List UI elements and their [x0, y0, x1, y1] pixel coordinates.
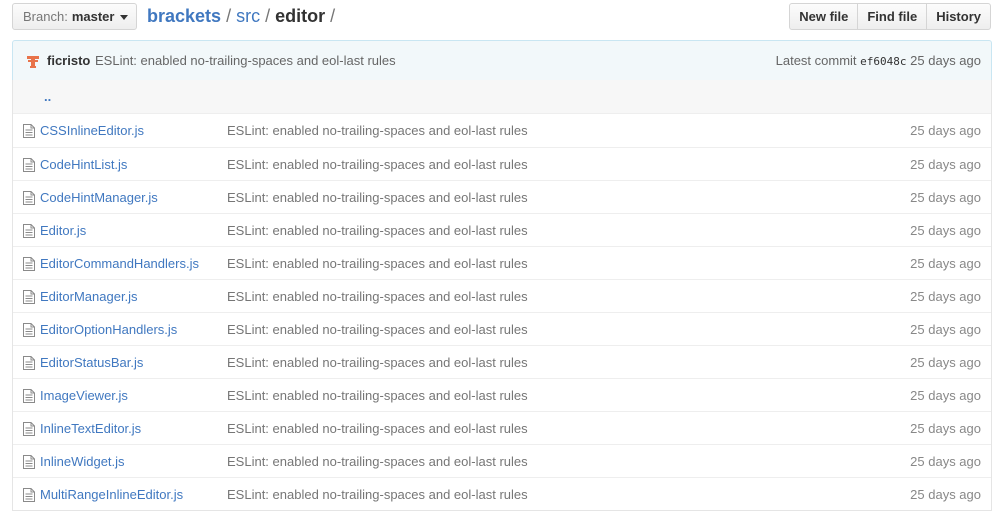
file-name-link[interactable]: CSSInlineEditor.js: [40, 123, 144, 139]
file-name-link[interactable]: Editor.js: [40, 223, 86, 239]
file-name-link[interactable]: CodeHintList.js: [40, 157, 127, 173]
file-text-icon: [23, 290, 35, 304]
up-directory-link[interactable]: ..: [44, 90, 51, 104]
history-button[interactable]: History: [926, 3, 991, 30]
file-age: 25 days ago: [910, 421, 981, 436]
breadcrumb-current: editor: [275, 6, 326, 26]
file-text-icon: [23, 124, 35, 138]
file-row: EditorCommandHandlers.js ESLint: enabled …: [13, 246, 991, 279]
file-row: MultiRangeInlineEditor.js ESLint: enabled…: [13, 477, 991, 510]
branch-select-button[interactable]: Branch: master: [12, 3, 137, 30]
file-row: CodeHintManager.js ESLint: enabled no-tra…: [13, 180, 991, 213]
file-name-link[interactable]: MultiRangeInlineEditor.js: [40, 487, 183, 503]
file-age: 25 days ago: [910, 454, 981, 469]
file-commit-message[interactable]: ESLint: enabled no-trailing-spaces and e…: [227, 487, 528, 503]
file-age: 25 days ago: [910, 190, 981, 205]
file-row: CodeHintList.js ESLint: enabled no-traili…: [13, 147, 991, 180]
file-navigation: Branch: master brackets / src / editor / New f…: [12, 3, 991, 31]
user-avatar[interactable]: [26, 55, 40, 69]
file-name-link[interactable]: EditorCommandHandlers.js: [40, 256, 199, 272]
file-age: 25 days ago: [910, 322, 981, 337]
file-text-icon: [23, 158, 35, 172]
commit-sha[interactable]: ef6048c: [860, 55, 906, 68]
breadcrumb: brackets / src / editor /: [147, 4, 340, 28]
file-age: 25 days ago: [910, 223, 981, 238]
file-text-icon: [23, 356, 35, 370]
file-commit-message[interactable]: ESLint: enabled no-trailing-spaces and e…: [227, 388, 528, 404]
file-age: 25 days ago: [910, 256, 981, 271]
file-text-icon: [23, 323, 35, 337]
breadcrumb-separator: /: [265, 6, 271, 26]
file-text-icon: [23, 455, 35, 469]
breadcrumb-separator: /: [226, 6, 232, 26]
file-commit-message[interactable]: ESLint: enabled no-trailing-spaces and e…: [227, 223, 528, 239]
file-rows: CSSInlineEditor.js ESLint: enabled no-tra…: [13, 114, 991, 510]
file-text-icon: [23, 389, 35, 403]
up-directory-row[interactable]: ..: [13, 80, 991, 114]
latest-commit-label: Latest commit: [775, 53, 857, 68]
file-commit-message[interactable]: ESLint: enabled no-trailing-spaces and e…: [227, 157, 528, 173]
latest-commit-bar: ficristo ESLint: enabled no-trailing-spa…: [12, 40, 992, 81]
branch-prefix: Branch:: [23, 9, 68, 24]
file-age: 25 days ago: [910, 388, 981, 403]
file-age: 25 days ago: [910, 487, 981, 502]
file-commit-message[interactable]: ESLint: enabled no-trailing-spaces and e…: [227, 454, 528, 470]
caret-down-icon: [120, 15, 129, 21]
file-commit-message[interactable]: ESLint: enabled no-trailing-spaces and e…: [227, 355, 528, 371]
commit-meta: Latest commit ef6048c 25 days ago: [776, 53, 981, 70]
file-row: ImageViewer.js ESLint: enabled no-trailin…: [13, 378, 991, 411]
file-text-icon: [23, 224, 35, 238]
file-name-link[interactable]: ImageViewer.js: [40, 388, 128, 404]
file-actions: New file Find file History: [789, 3, 991, 30]
file-commit-message[interactable]: ESLint: enabled no-trailing-spaces and e…: [227, 421, 528, 437]
file-row: CSSInlineEditor.js ESLint: enabled no-tra…: [13, 114, 991, 147]
branch-name: master: [71, 9, 115, 24]
file-row: InlineTextEditor.js ESLint: enabled no-tr…: [13, 411, 991, 444]
file-name-link[interactable]: EditorStatusBar.js: [40, 355, 143, 371]
file-text-icon: [23, 422, 35, 436]
file-text-icon: [23, 488, 35, 502]
file-row: Editor.js ESLint: enabled no-trailing-spa…: [13, 213, 991, 246]
file-text-icon: [23, 257, 35, 271]
file-name-link[interactable]: EditorOptionHandlers.js: [40, 322, 177, 338]
file-row: InlineWidget.js ESLint: enabled no-traili…: [13, 444, 991, 477]
file-text-icon: [23, 191, 35, 205]
commit-message[interactable]: ESLint: enabled no-trailing-spaces and e…: [95, 53, 396, 69]
breadcrumb-separator: /: [330, 6, 336, 26]
file-commit-message[interactable]: ESLint: enabled no-trailing-spaces and e…: [227, 190, 528, 206]
file-age: 25 days ago: [910, 157, 981, 172]
file-name-link[interactable]: EditorManager.js: [40, 289, 138, 305]
file-commit-message[interactable]: ESLint: enabled no-trailing-spaces and e…: [227, 123, 528, 139]
file-list: .. CSSInlineEditor.js ESLint: enabled no-…: [12, 80, 992, 511]
new-file-button[interactable]: New file: [789, 3, 859, 30]
file-age: 25 days ago: [910, 289, 981, 304]
breadcrumb-repo-link[interactable]: brackets: [147, 6, 221, 26]
file-age: 25 days ago: [910, 355, 981, 370]
file-name-link[interactable]: CodeHintManager.js: [40, 190, 158, 206]
breadcrumb-src-link[interactable]: src: [236, 6, 260, 26]
file-commit-message[interactable]: ESLint: enabled no-trailing-spaces and e…: [227, 322, 528, 338]
find-file-button[interactable]: Find file: [857, 3, 928, 30]
file-age: 25 days ago: [910, 123, 981, 138]
commit-age: 25 days ago: [910, 53, 981, 68]
file-row: EditorOptionHandlers.js ESLint: enabled n…: [13, 312, 991, 345]
file-row: EditorManager.js ESLint: enabled no-trail…: [13, 279, 991, 312]
file-name-link[interactable]: InlineTextEditor.js: [40, 421, 141, 437]
file-row: EditorStatusBar.js ESLint: enabled no-tra…: [13, 345, 991, 378]
commit-author[interactable]: ficristo: [47, 53, 90, 69]
file-commit-message[interactable]: ESLint: enabled no-trailing-spaces and e…: [227, 256, 528, 272]
file-commit-message[interactable]: ESLint: enabled no-trailing-spaces and e…: [227, 289, 528, 305]
file-name-link[interactable]: InlineWidget.js: [40, 454, 125, 470]
